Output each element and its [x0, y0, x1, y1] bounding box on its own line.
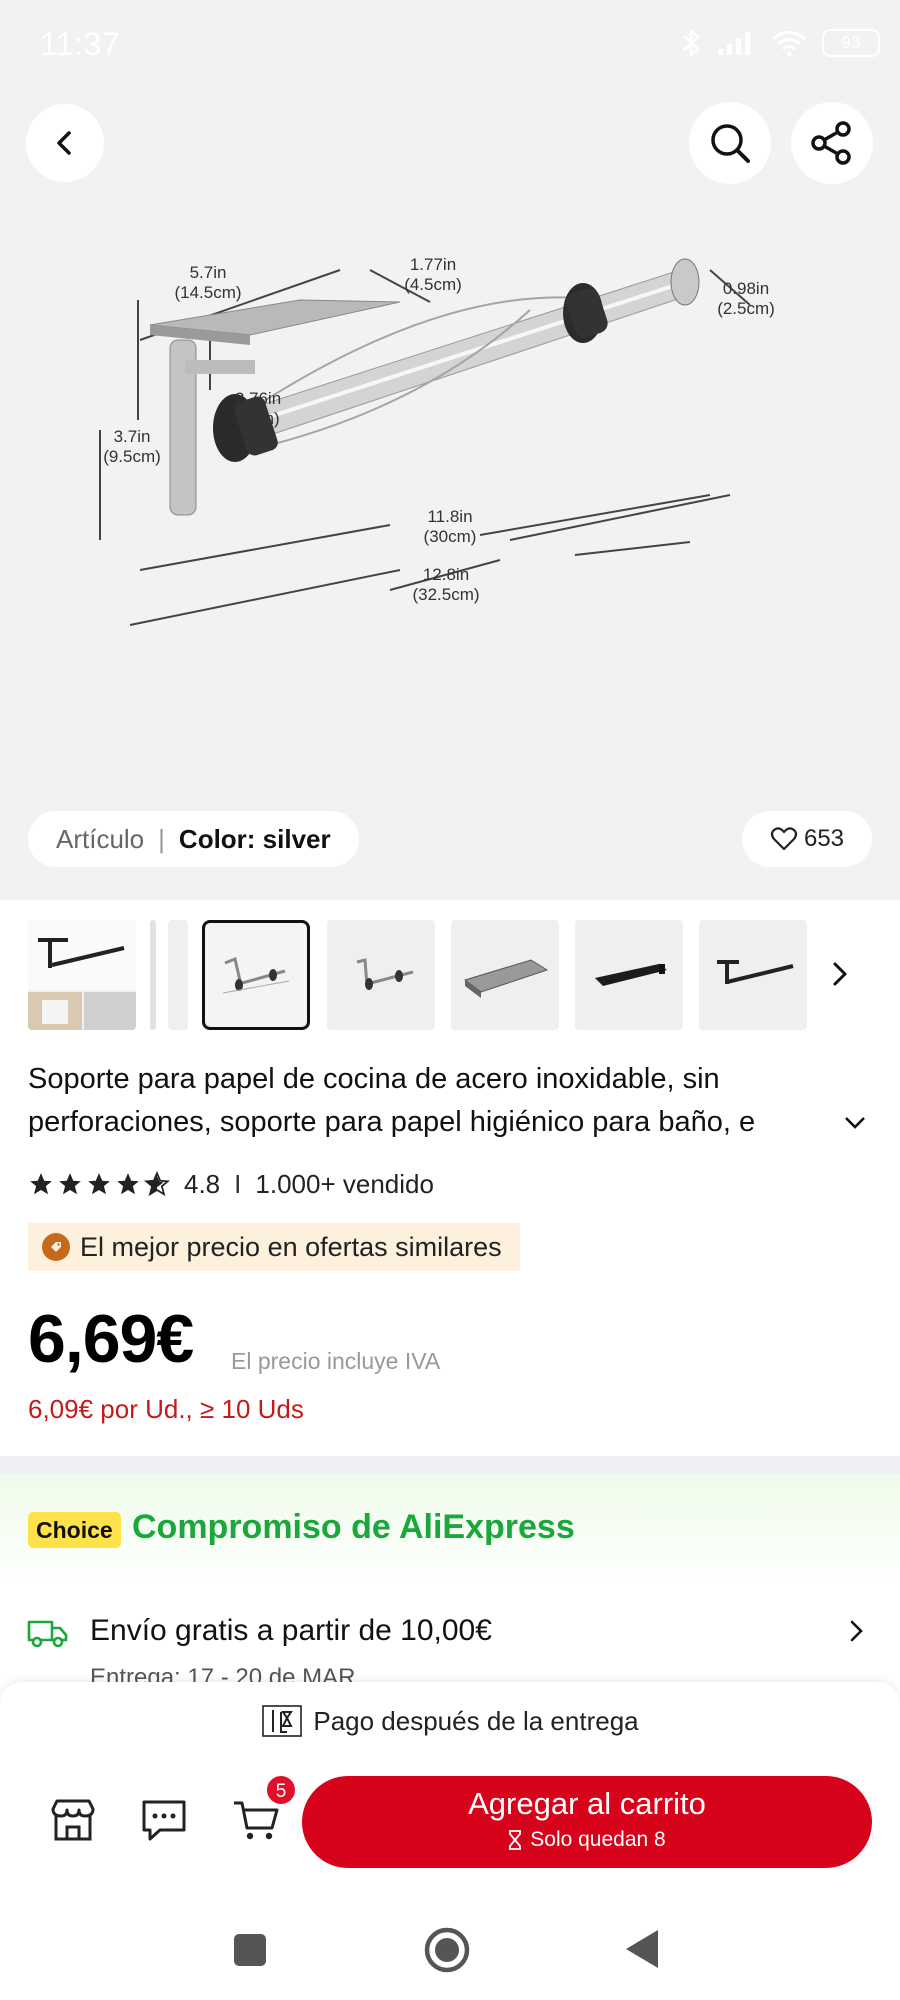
status-icons: 93	[680, 28, 880, 58]
wifi-icon	[772, 31, 806, 57]
thumbnail-next-button[interactable]	[820, 954, 860, 994]
thumbnail-strip[interactable]	[0, 920, 900, 1032]
wishlist-button[interactable]: 653	[742, 811, 872, 867]
variant-separator: |	[158, 823, 165, 854]
thumbnail-image	[463, 959, 549, 998]
cart-icon	[234, 1801, 279, 1840]
chevron-right-icon	[833, 962, 847, 986]
pay-after-text: Pago después de la entrega	[313, 1705, 639, 1736]
stock-text: Solo quedan 8	[530, 1828, 666, 1851]
star-half-icon	[144, 1171, 170, 1197]
dim-label: (14.5cm)	[174, 283, 241, 302]
search-icon	[711, 124, 750, 163]
sold-count: 1.000+ vendido	[255, 1168, 434, 1199]
thumbnail-item[interactable]	[699, 920, 807, 1030]
thumbnail-item[interactable]	[168, 920, 188, 1030]
hourglass-icon	[509, 1830, 522, 1850]
best-price-text: El mejor precio en ofertas similares	[80, 1231, 502, 1262]
thumbnail-item[interactable]	[575, 920, 683, 1030]
delivery-date: Entrega: 17 - 20 de MAR	[90, 1664, 356, 1684]
vat-note: El precio incluye IVA	[231, 1348, 441, 1374]
chat-button[interactable]	[138, 1794, 190, 1846]
pay-after-delivery[interactable]: Pago después de la entrega	[0, 1704, 900, 1738]
choice-title: Compromiso de AliExpress	[132, 1508, 575, 1546]
thumbnail-item[interactable]	[28, 920, 136, 1030]
thumbnail-image	[356, 958, 414, 990]
dim-label: 2.76in	[235, 389, 281, 408]
status-bar: 11:37 93	[0, 0, 900, 90]
star-icon	[59, 1173, 81, 1195]
thumbnail-image	[222, 956, 290, 994]
dim-label: (2.5cm)	[717, 299, 775, 318]
thumbnail-image	[595, 964, 667, 986]
star-icon	[30, 1173, 52, 1195]
dim-label: 12.8in	[423, 565, 469, 584]
store-button[interactable]	[47, 1794, 99, 1846]
product-title[interactable]: Soporte para papel de cocina de acero in…	[28, 1058, 873, 1144]
holder-rod	[229, 269, 691, 446]
cart-count-badge: 5	[265, 1774, 297, 1806]
signal-icon	[718, 32, 750, 55]
bulk-price: 6,09€ por Ud., ≥ 10 Uds	[28, 1394, 304, 1424]
chevron-down-icon[interactable]	[843, 1115, 867, 1131]
share-button[interactable]	[791, 102, 873, 184]
rating-score: 4.8	[184, 1168, 221, 1199]
heart-icon	[770, 827, 798, 851]
product-image[interactable]: 5.7in (14.5cm) 1.77in (4.5cm) 0.98in (2.…	[90, 240, 810, 660]
rating-separator: I	[234, 1168, 242, 1199]
shipping-text: Envío gratis a partir de 10,00€	[90, 1614, 492, 1647]
dim-label: (7cm)	[236, 409, 279, 428]
variant-selector[interactable]: Artículo | Color: silver	[28, 811, 359, 867]
star-icon	[88, 1173, 110, 1195]
dim-label: 11.8in	[427, 507, 472, 526]
dim-label: 0.98in	[723, 279, 769, 298]
status-time: 11:37	[40, 26, 121, 62]
variant-label: Artículo	[56, 823, 145, 854]
bluetooth-icon	[683, 28, 700, 58]
system-nav-bar	[0, 1902, 900, 2000]
likes-count: 653	[803, 825, 845, 852]
variant-value: Color: silver	[178, 823, 331, 854]
dim-label: 5.7in	[190, 263, 227, 282]
bottom-action-bar: Pago después de la entrega 5 Agregar al …	[0, 1682, 900, 1902]
dim-label: 1.77in	[410, 255, 456, 274]
add-to-cart-label: Agregar al carrito	[468, 1786, 706, 1821]
price-tag-icon	[42, 1233, 70, 1261]
thumbnail-item[interactable]	[327, 920, 435, 1030]
section-divider	[0, 1456, 900, 1474]
stock-note: Solo quedan 8	[302, 1828, 872, 1852]
hourglass-receipt-icon	[262, 1705, 303, 1737]
search-button[interactable]	[689, 102, 771, 184]
rating-stars	[28, 1171, 170, 1197]
delivery-truck-icon	[27, 1620, 68, 1648]
chat-icon	[142, 1800, 186, 1841]
chevron-right-icon	[850, 1620, 863, 1642]
shipping-row[interactable]: Envío gratis a partir de 10,00€	[0, 1602, 900, 1662]
current-price: 6,69€	[28, 1301, 194, 1377]
product-hero[interactable]: 11:37 93 5.7in (14.5cm) 1.77in (4.5cm) 0…	[0, 0, 900, 900]
thumbnail-divider	[150, 920, 156, 1030]
dim-label: (32.5cm)	[412, 585, 479, 604]
choice-badge: Choice	[28, 1512, 121, 1548]
home-icon[interactable]	[423, 1926, 471, 1974]
back-nav-icon[interactable]	[624, 1928, 660, 1970]
store-icon	[51, 1799, 95, 1841]
thumbnail-image	[28, 920, 136, 1030]
dim-label: 3.7in	[114, 427, 151, 446]
dim-label: (30cm)	[424, 527, 477, 546]
rating-row[interactable]: 4.8 I 1.000+ vendido	[28, 1165, 434, 1203]
share-icon	[811, 121, 851, 165]
recents-icon[interactable]	[232, 1932, 268, 1968]
best-price-badge: El mejor precio en ofertas similares	[28, 1223, 520, 1271]
thumbnail-item[interactable]	[451, 920, 559, 1030]
thumbnail-image	[717, 960, 794, 984]
dim-label: (4.5cm)	[404, 275, 462, 294]
battery-indicator: 93	[822, 29, 880, 57]
star-icon	[117, 1173, 139, 1195]
dim-label: (9.5cm)	[103, 447, 161, 466]
back-button[interactable]	[26, 104, 104, 182]
chevron-left-icon	[57, 131, 71, 155]
add-to-cart-button[interactable]: Agregar al carrito Solo quedan 8	[302, 1776, 872, 1868]
thumbnail-item-selected[interactable]	[202, 920, 310, 1030]
